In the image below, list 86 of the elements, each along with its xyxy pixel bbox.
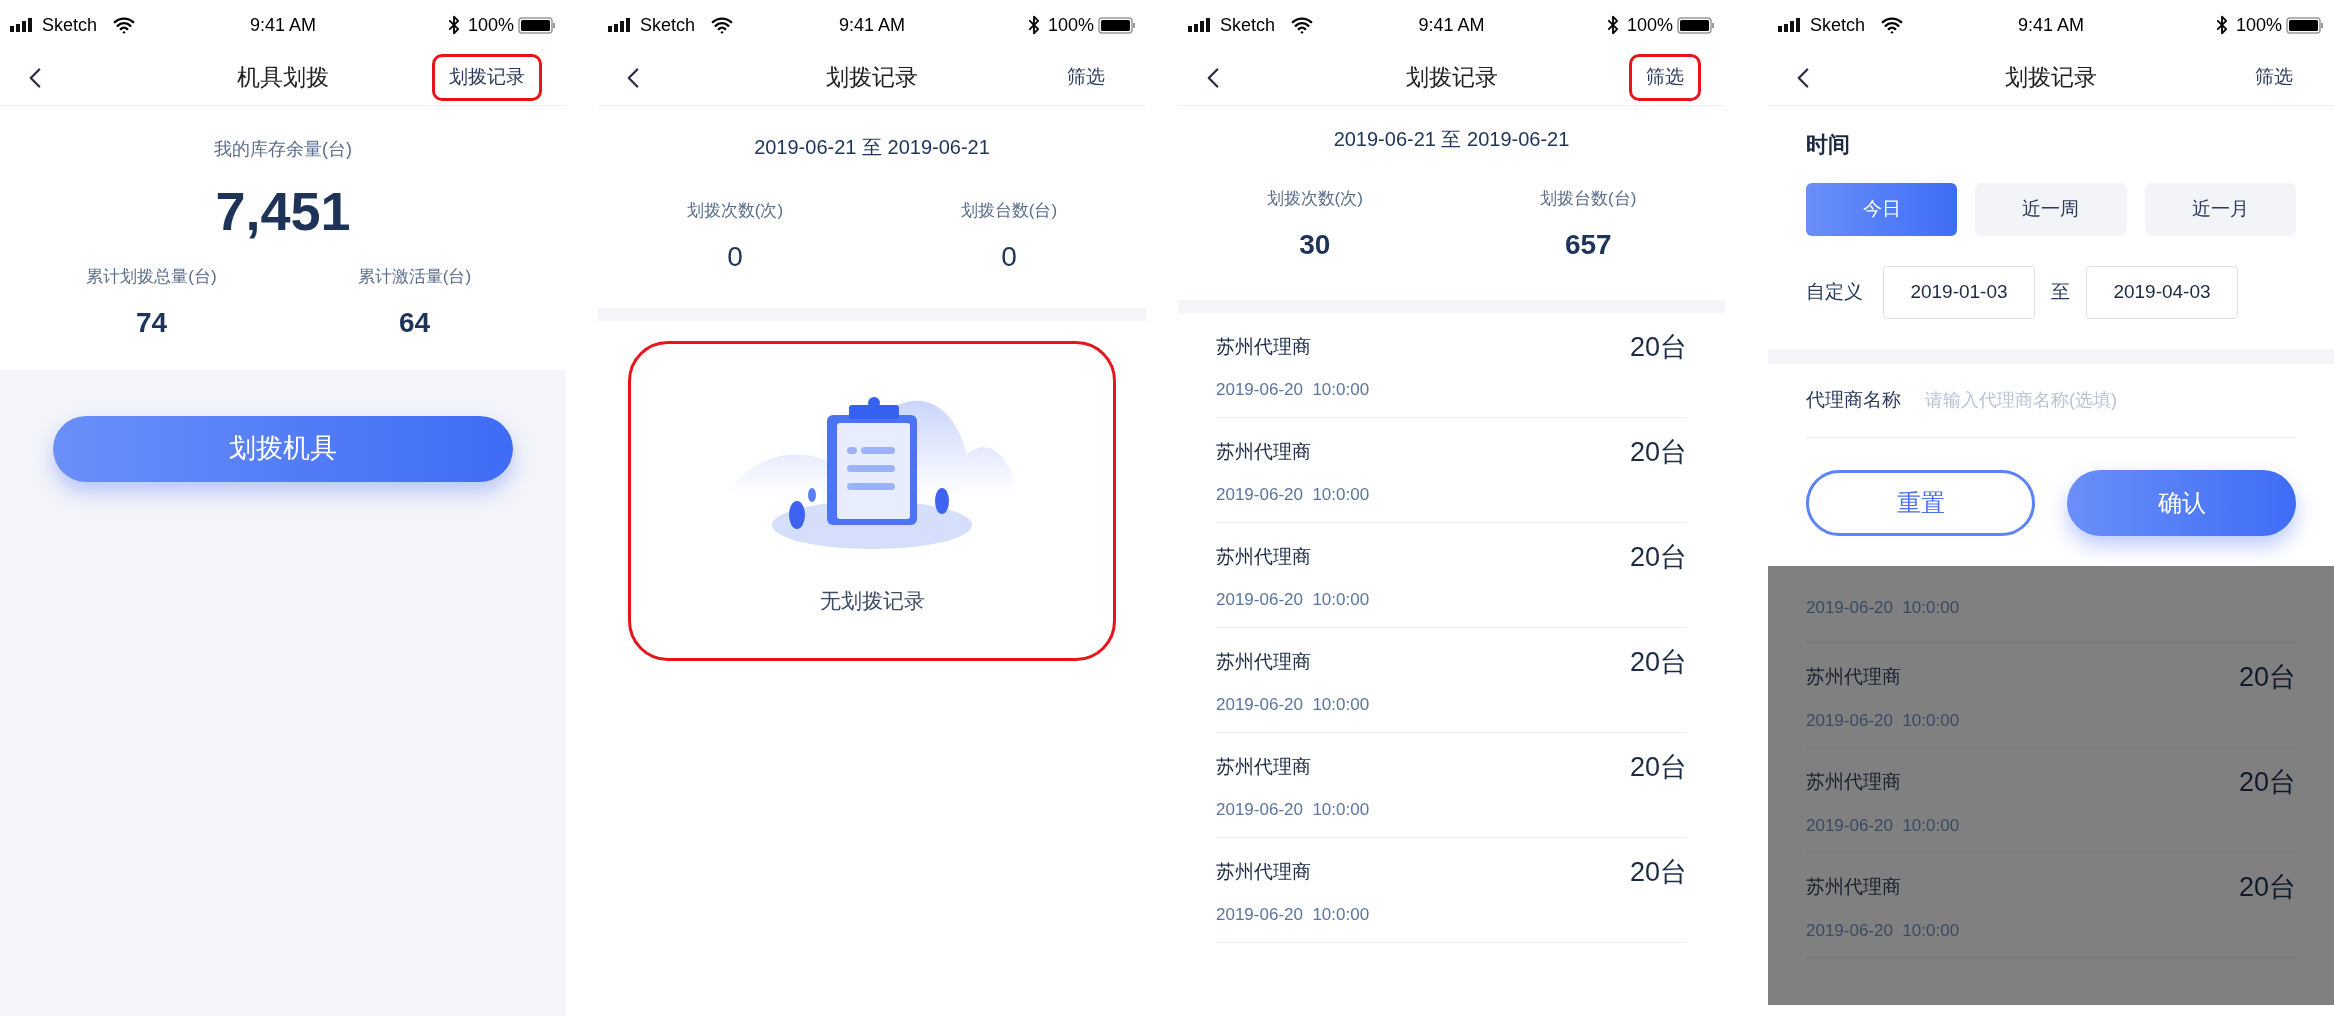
record-time: 2019-06-20 10:0:00	[1216, 484, 1371, 506]
stat-value: 657	[1564, 227, 1612, 262]
reset-button[interactable]: 重置	[1806, 470, 2035, 536]
battery-percent: 100%	[2235, 13, 2282, 37]
start-date-field[interactable]: 2019-01-03	[1883, 266, 2035, 319]
stat-label: 划拨台数(台)	[1540, 188, 1637, 210]
battery-icon	[1677, 16, 1715, 34]
stat-value: 0	[1001, 239, 1017, 274]
wifi-icon	[113, 14, 136, 36]
confirm-button[interactable]: 确认	[2067, 470, 2296, 536]
agent-name: 苏州代理商	[1806, 665, 1901, 689]
carrier-name: Sketch	[42, 13, 98, 37]
unit-count: 20台	[1629, 435, 1687, 469]
agent-name: 苏州代理商	[1216, 649, 1311, 674]
unit-count: 20台	[1629, 540, 1687, 574]
time-preset-tab[interactable]: 近一周	[1975, 183, 2127, 236]
battery-icon	[2286, 16, 2324, 34]
stat-value: 0	[727, 239, 743, 274]
battery-icon	[518, 16, 556, 34]
stat-label: 累计激活量(台)	[357, 266, 472, 288]
date-range: 2019-06-21 至 2019-06-21	[1333, 127, 1570, 152]
stat-label: 累计划拨总量(台)	[86, 266, 217, 288]
range-separator: 至	[2051, 280, 2070, 305]
stat-label: 划拨台数(台)	[960, 200, 1058, 222]
stock-label: 我的库存余量(台)	[214, 138, 352, 161]
nav-action-button[interactable]: 划拨记录	[432, 54, 542, 101]
page-title: 划拨记录	[1405, 63, 1498, 93]
unit-count: 20台	[2238, 766, 2296, 799]
stat-value: 74	[135, 305, 168, 340]
stock-value: 7,451	[215, 180, 351, 243]
record-time: 2019-06-20 10:0:00	[1806, 709, 1961, 732]
agent-name: 苏州代理商	[1806, 770, 1901, 794]
stat-value: 64	[398, 305, 431, 340]
wifi-icon	[1291, 14, 1314, 36]
unit-count: 20台	[1629, 750, 1687, 784]
time-preset-tab[interactable]: 近一月	[2144, 183, 2296, 236]
agent-name-field[interactable]: 请输入代理商名称(选填)	[1925, 387, 2296, 414]
wifi-icon	[711, 14, 734, 36]
clock: 9:41 AM	[2017, 13, 2084, 37]
dispense-button[interactable]: 划拨机具	[53, 415, 513, 482]
agent-name: 苏州代理商	[1216, 334, 1311, 359]
clock: 9:41 AM	[1418, 13, 1485, 37]
record-time: 2019-06-20 10:0:00	[1806, 919, 1961, 942]
wifi-icon	[1881, 14, 1904, 36]
carrier-name: Sketch	[1220, 13, 1276, 37]
unit-count: 20台	[2238, 871, 2296, 904]
nav-action-button[interactable]: 筛选	[1629, 54, 1701, 101]
empty-message: 无划拨记录	[819, 587, 925, 614]
battery-percent: 100%	[1626, 13, 1673, 37]
custom-label: 自定义	[1806, 280, 1863, 305]
agent-name: 苏州代理商	[1216, 859, 1311, 884]
record-time: 2019-06-20 10:0:00	[1216, 904, 1371, 926]
section-title: 时间	[1806, 131, 1851, 159]
nav-action-button[interactable]: 筛选	[1050, 54, 1122, 101]
record-time: 2019-06-20 10:0:00	[1216, 799, 1371, 821]
record-time: 2019-06-20 10:0:00	[1806, 814, 1961, 837]
record-time: 2019-06-20 10:0:00	[1216, 589, 1371, 611]
nav-action-button[interactable]: 筛选	[2238, 54, 2310, 101]
agent-name: 苏州代理商	[1806, 875, 1901, 899]
unit-count: 20台	[2238, 661, 2296, 694]
page-title: 划拨记录	[2005, 63, 2097, 93]
battery-percent: 100%	[467, 13, 514, 37]
record-time: 2019-06-20 10:0:00	[1216, 694, 1371, 716]
clock: 9:41 AM	[838, 13, 905, 37]
agent-name: 苏州代理商	[1216, 439, 1311, 464]
stat-value: 30	[1299, 227, 1331, 262]
battery-icon	[1098, 16, 1136, 34]
agent-name: 苏州代理商	[1216, 544, 1311, 569]
stat-label: 划拨次数(次)	[686, 200, 784, 222]
page-title: 机具划拨	[237, 63, 329, 93]
battery-percent: 100%	[1047, 13, 1094, 37]
carrier-name: Sketch	[640, 13, 696, 37]
time-preset-tab[interactable]: 今日	[1806, 183, 1958, 236]
unit-count: 20台	[1629, 330, 1687, 364]
record-time: 2019-06-20 10:0:00	[1216, 379, 1371, 401]
unit-count: 20台	[1629, 855, 1687, 889]
record-time: 2019-06-20 10:0:00	[1806, 596, 1961, 619]
page-title: 划拨记录	[826, 63, 918, 93]
clock: 9:41 AM	[249, 13, 316, 37]
carrier-name: Sketch	[1810, 13, 1866, 37]
unit-count: 20台	[1629, 645, 1687, 679]
end-date-field[interactable]: 2019-04-03	[2086, 266, 2238, 319]
stat-label: 划拨次数(次)	[1266, 188, 1363, 210]
agent-label: 代理商名称	[1806, 388, 1901, 413]
date-range: 2019-06-21 至 2019-06-21	[754, 135, 990, 160]
agent-name: 苏州代理商	[1216, 754, 1311, 779]
